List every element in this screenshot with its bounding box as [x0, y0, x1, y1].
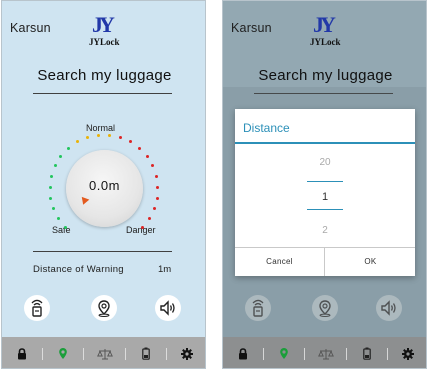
tab-divider	[165, 347, 167, 360]
map-button[interactable]	[91, 295, 117, 321]
scale-icon	[317, 348, 334, 359]
title-divider	[33, 93, 172, 94]
jylock-logo: JY JYLock	[310, 12, 341, 48]
battery-icon	[141, 347, 150, 360]
brand-name: Karsun	[10, 21, 51, 35]
gauge-dot	[137, 146, 141, 150]
location-pin-icon	[59, 348, 68, 359]
logo-text: JYLock	[310, 37, 341, 47]
tab-battery[interactable]	[126, 337, 166, 368]
gauge-label-normal: Normal	[86, 123, 116, 133]
picker-option-selected[interactable]: 1	[235, 191, 415, 203]
map-button[interactable]	[312, 295, 338, 321]
main-screen: Karsun JY JYLock Search my luggage Norma…	[1, 0, 206, 369]
tab-battery[interactable]	[347, 337, 387, 368]
gauge-dot	[57, 217, 61, 221]
tab-divider	[263, 347, 265, 360]
gauge-dot	[147, 217, 151, 221]
sound-alarm-button[interactable]	[155, 295, 181, 321]
gauge-dot	[86, 136, 90, 140]
speaker-icon	[381, 300, 396, 316]
page-title: Search my luggage	[37, 67, 172, 84]
cancel-button[interactable]: Cancel	[235, 247, 324, 276]
picker-selection-top	[307, 181, 343, 182]
page-title: Search my luggage	[258, 67, 393, 84]
gauge-dot	[50, 174, 54, 178]
gauge-dot	[154, 174, 158, 178]
gauge-dot	[96, 133, 100, 137]
distance-value: 0.0m	[89, 178, 120, 193]
locate-device-button[interactable]	[245, 295, 271, 321]
sound-alarm-button[interactable]	[376, 295, 402, 321]
dialog-title-divider	[235, 142, 415, 144]
gear-icon	[401, 347, 414, 360]
tab-location[interactable]	[264, 337, 304, 368]
gauge-dot	[156, 185, 160, 189]
gauge-dot	[49, 196, 53, 200]
dialog-title: Distance	[243, 121, 290, 135]
lock-icon	[239, 347, 248, 359]
ok-button[interactable]: OK	[326, 247, 415, 276]
tab-settings[interactable]	[388, 337, 426, 368]
tab-divider	[386, 347, 388, 360]
bottom-tab-bar	[223, 337, 426, 368]
picker-option[interactable]: 20	[235, 157, 415, 168]
gauge-dot	[108, 133, 112, 137]
warning-distance-label: Distance of Warning	[33, 264, 124, 275]
gauge-dot	[52, 207, 56, 211]
battery-icon	[362, 347, 371, 360]
logo-mark: JY	[313, 12, 336, 37]
gauge-dot	[76, 140, 80, 144]
dialog-button-separator	[324, 247, 325, 276]
lock-icon	[18, 347, 27, 359]
gauge-label-safe: Safe	[52, 225, 71, 235]
brand-name: Karsun	[231, 21, 272, 35]
dial-pointer-icon	[78, 194, 90, 205]
gauge-dot	[118, 136, 122, 140]
distance-dialog: Distance 20 1 2 Cancel OK	[235, 109, 415, 276]
locate-device-button[interactable]	[24, 295, 50, 321]
scale-icon	[96, 348, 113, 359]
map-pin-icon	[319, 300, 331, 317]
tab-scale[interactable]	[84, 337, 124, 368]
gauge-dot	[145, 154, 149, 158]
map-pin-icon	[98, 300, 110, 317]
gauge-dot	[128, 140, 132, 144]
tab-divider	[83, 347, 85, 360]
tab-settings[interactable]	[167, 337, 205, 368]
gear-icon	[180, 347, 193, 360]
gauge-dot	[53, 164, 57, 168]
gauge-dot	[151, 164, 155, 168]
tab-scale[interactable]	[305, 337, 345, 368]
gauge-dot	[67, 146, 70, 150]
distance-dial: 0.0m	[66, 150, 143, 227]
tab-lock[interactable]	[223, 337, 263, 368]
tab-lock[interactable]	[2, 337, 42, 368]
tab-divider	[42, 347, 44, 360]
distance-dialog-screen: Karsun JY JYLock Search my luggage Dista…	[222, 0, 427, 369]
picker-selection-bottom	[307, 209, 343, 210]
logo-mark: JY	[92, 12, 115, 37]
tab-divider	[304, 347, 306, 360]
gauge-dot	[140, 225, 144, 229]
gauge-dot	[48, 185, 52, 189]
logo-text: JYLock	[89, 37, 120, 47]
tab-divider	[124, 347, 126, 360]
bottom-tab-bar	[2, 337, 205, 368]
location-pin-icon	[280, 348, 289, 359]
speaker-icon	[160, 300, 175, 316]
tab-divider	[345, 347, 347, 360]
tab-location[interactable]	[43, 337, 83, 368]
picker-option[interactable]: 2	[235, 225, 415, 236]
warning-distance-value[interactable]: 1m	[158, 264, 171, 275]
gauge-dot	[59, 154, 63, 158]
locator-device-icon	[31, 299, 43, 317]
gauge-dot	[155, 196, 159, 200]
jylock-logo: JY JYLock	[89, 12, 120, 48]
locator-device-icon	[252, 299, 264, 317]
gauge-dot	[152, 207, 156, 211]
gauge-divider	[33, 251, 172, 252]
